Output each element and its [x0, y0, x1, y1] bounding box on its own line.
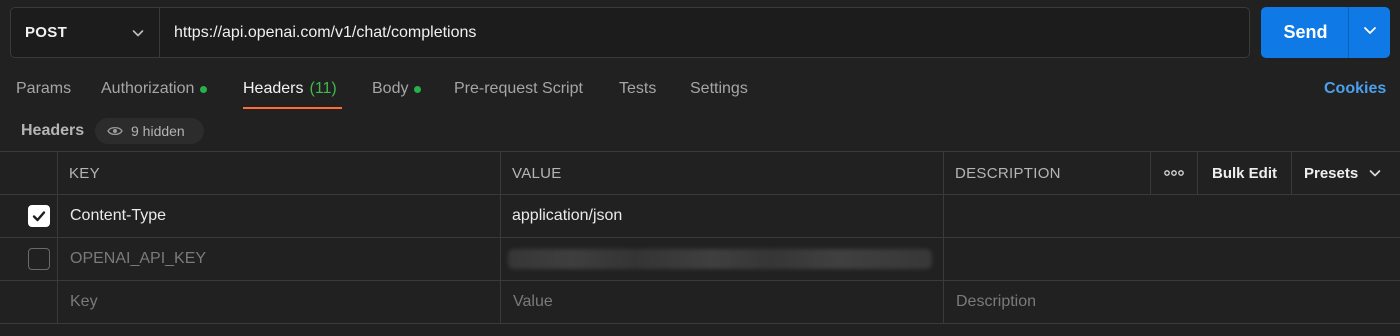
- header-key[interactable]: OPENAI_API_KEY: [70, 238, 206, 280]
- new-description-input[interactable]: Description: [956, 281, 1036, 323]
- row-checkbox-cell: [28, 238, 50, 280]
- checkmark-icon: [32, 211, 46, 222]
- presets-label: Presets: [1304, 164, 1359, 182]
- headers-table: KEY VALUE DESCRIPTION Bulk Edit Presets …: [0, 151, 1400, 324]
- row-enabled-checkbox[interactable]: [28, 205, 50, 227]
- header-description[interactable]: [955, 195, 1395, 237]
- url-input[interactable]: [160, 8, 1249, 57]
- new-value-input[interactable]: Value: [513, 281, 553, 323]
- request-tabs: Params Authorization Headers (11) Body P…: [0, 70, 1400, 110]
- header-value-redacted[interactable]: [508, 238, 932, 280]
- tab-label: Authorization: [101, 80, 195, 97]
- method-select[interactable]: POST: [11, 8, 160, 57]
- status-dot-icon: [200, 85, 208, 93]
- status-dot-icon: [414, 85, 422, 93]
- tab-settings[interactable]: Settings: [690, 80, 748, 98]
- bulk-edit-button[interactable]: Bulk Edit: [1212, 152, 1277, 194]
- row-checkbox-cell: [28, 195, 50, 237]
- send-options-button[interactable]: [1349, 7, 1390, 58]
- column-header-key: KEY: [69, 164, 100, 182]
- send-button-group: Send: [1261, 7, 1390, 58]
- send-button[interactable]: Send: [1261, 7, 1348, 58]
- header-value[interactable]: application/json: [512, 195, 622, 237]
- tab-headers[interactable]: Headers (11): [243, 80, 337, 98]
- presets-dropdown[interactable]: Presets: [1304, 152, 1382, 194]
- tab-count-badge: (11): [309, 80, 337, 97]
- column-header-description: DESCRIPTION: [955, 164, 1061, 182]
- hidden-headers-toggle[interactable]: 9 hidden: [95, 118, 204, 144]
- tab-label: Tests: [619, 80, 657, 97]
- chevron-down-icon: [131, 26, 145, 40]
- tab-label: Params: [16, 80, 72, 97]
- tab-tests[interactable]: Tests: [619, 80, 656, 98]
- eye-icon: [107, 125, 123, 137]
- table-new-row: Key Value Description: [0, 281, 1400, 324]
- active-tab-indicator: [243, 107, 342, 109]
- chevron-down-icon: [1362, 22, 1378, 43]
- more-options-button[interactable]: [1164, 152, 1184, 194]
- redacted-value: [508, 249, 932, 269]
- tab-pre-request-script[interactable]: Pre-request Script: [454, 80, 583, 98]
- table-row: Content-Type application/json: [0, 195, 1400, 238]
- column-header-value: VALUE: [512, 164, 562, 182]
- header-description[interactable]: [955, 238, 1395, 280]
- tab-body[interactable]: Body: [372, 80, 422, 98]
- tab-authorization[interactable]: Authorization: [101, 80, 208, 98]
- header-key[interactable]: Content-Type: [70, 195, 166, 237]
- headers-section-title: Headers: [21, 122, 85, 139]
- cookies-link[interactable]: Cookies: [1324, 80, 1386, 98]
- chevron-down-icon: [1368, 166, 1382, 180]
- more-horizontal-icon: [1164, 164, 1184, 182]
- table-row: OPENAI_API_KEY: [0, 238, 1400, 281]
- new-key-input[interactable]: Key: [70, 281, 98, 323]
- hidden-headers-label: 9 hidden: [131, 123, 185, 139]
- table-header-row: KEY VALUE DESCRIPTION Bulk Edit Presets: [0, 152, 1400, 195]
- tab-label: Body: [372, 80, 409, 97]
- tab-label: Headers: [243, 80, 304, 97]
- tab-label: Pre-request Script: [454, 80, 583, 97]
- tab-params[interactable]: Params: [16, 80, 71, 98]
- method-label: POST: [25, 24, 68, 41]
- request-url-bar: POST: [10, 7, 1250, 58]
- row-enabled-checkbox[interactable]: [28, 248, 50, 270]
- tab-label: Settings: [690, 80, 748, 97]
